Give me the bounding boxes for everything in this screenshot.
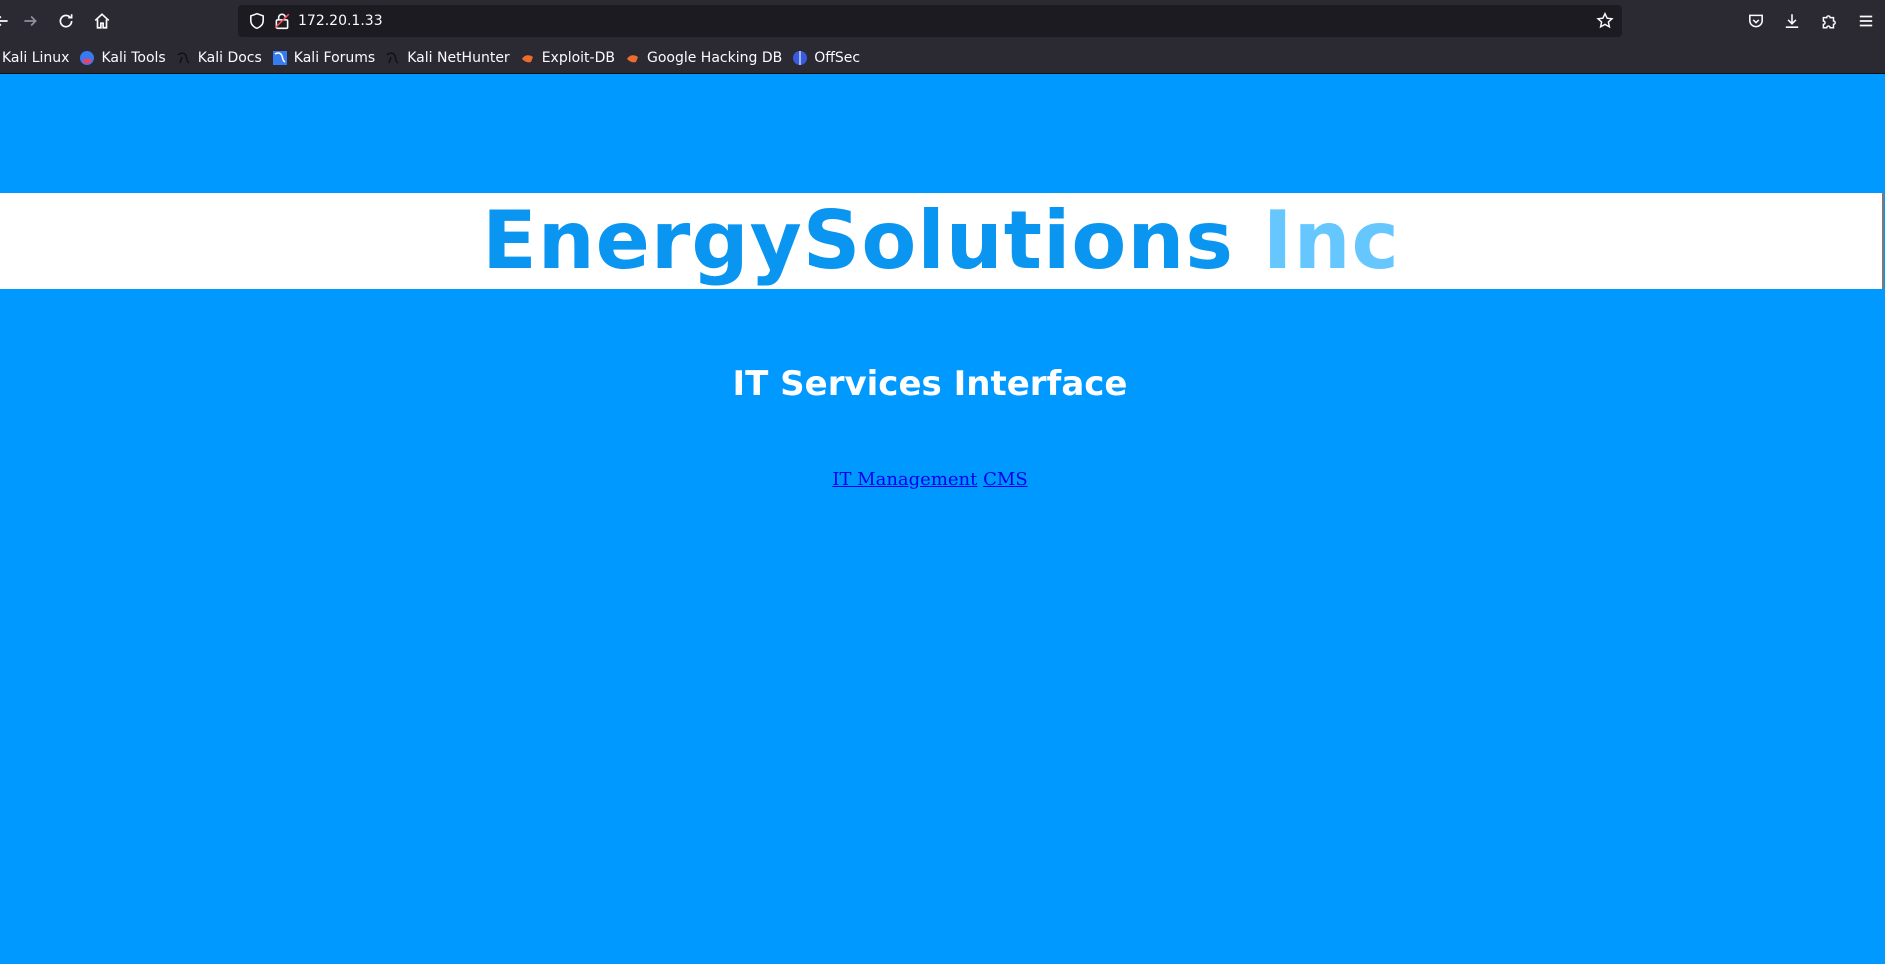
bookmark-label: Kali Tools (101, 49, 166, 66)
bookmark-label: OffSec (814, 49, 861, 66)
kali-dragon-icon (386, 51, 399, 64)
service-links: IT Management CMS (0, 469, 1860, 490)
brand-suffix: Inc (1262, 194, 1400, 287)
puzzle-piece-icon (1822, 15, 1836, 29)
bookmark-kali-tools[interactable]: Kali Tools (75, 46, 169, 70)
forward-button[interactable] (16, 7, 44, 35)
bookmark-kali-linux[interactable]: Kali Linux (0, 46, 73, 70)
cms-link[interactable]: CMS (983, 469, 1028, 490)
hamburger-menu-icon (1859, 15, 1873, 27)
bookmark-label: Kali Docs (197, 49, 262, 66)
download-icon (1785, 14, 1799, 28)
bookmark-kali-nethunter[interactable]: Kali NetHunter (381, 46, 513, 70)
brand-banner: EnergySolutions Inc (0, 193, 1884, 289)
bookmarks-toolbar: Kali Linux Kali Tools Kali Docs Kali For… (0, 42, 1885, 74)
back-button[interactable] (0, 7, 16, 35)
bookmark-kali-docs[interactable]: Kali Docs (172, 46, 266, 70)
reload-button[interactable] (52, 7, 80, 35)
exploit-db-icon (521, 54, 533, 62)
browser-toolbar: 172.20.1.33 (0, 0, 1885, 42)
bookmark-star-icon[interactable] (1596, 12, 1614, 30)
bookmark-exploit-db[interactable]: Exploit-DB (516, 46, 619, 70)
url-text[interactable]: 172.20.1.33 (298, 5, 383, 37)
tracking-protection-shield-icon[interactable] (248, 12, 266, 30)
app-menu-button[interactable] (1852, 7, 1880, 35)
brand-title: EnergySolutions Inc (0, 193, 1882, 289)
exploit-db-icon (626, 54, 638, 62)
pocket-icon (1749, 14, 1763, 28)
bookmark-label: Kali Linux (2, 49, 70, 66)
bookmark-label: Kali NetHunter (407, 49, 510, 66)
page-content: EnergySolutions Inc IT Services Interfac… (0, 74, 1885, 964)
bookmark-google-hacking-db[interactable]: Google Hacking DB (621, 46, 786, 70)
bookmark-offsec[interactable]: OffSec (788, 46, 864, 70)
downloads-button[interactable] (1778, 7, 1806, 35)
back-arrow-icon (0, 15, 8, 27)
kali-tools-icon (80, 50, 95, 65)
kali-forums-icon (272, 50, 287, 65)
pocket-button[interactable] (1742, 7, 1770, 35)
insecure-lock-icon[interactable] (273, 12, 291, 30)
offsec-icon (793, 50, 808, 65)
home-icon (94, 13, 110, 29)
brand-name: EnergySolutions (482, 194, 1234, 287)
it-management-link[interactable]: IT Management (832, 469, 977, 490)
bookmark-label: Kali Forums (293, 49, 376, 66)
address-bar[interactable]: 172.20.1.33 (238, 5, 1622, 37)
kali-dragon-icon (177, 51, 190, 64)
home-button[interactable] (88, 7, 116, 35)
bookmark-label: Exploit-DB (541, 49, 615, 66)
bookmark-label: Google Hacking DB (646, 49, 783, 66)
reload-icon (59, 14, 73, 28)
bookmark-kali-forums[interactable]: Kali Forums (268, 46, 379, 70)
extensions-button[interactable] (1815, 7, 1843, 35)
forward-arrow-icon (24, 15, 37, 27)
page-subtitle: IT Services Interface (732, 364, 1128, 404)
